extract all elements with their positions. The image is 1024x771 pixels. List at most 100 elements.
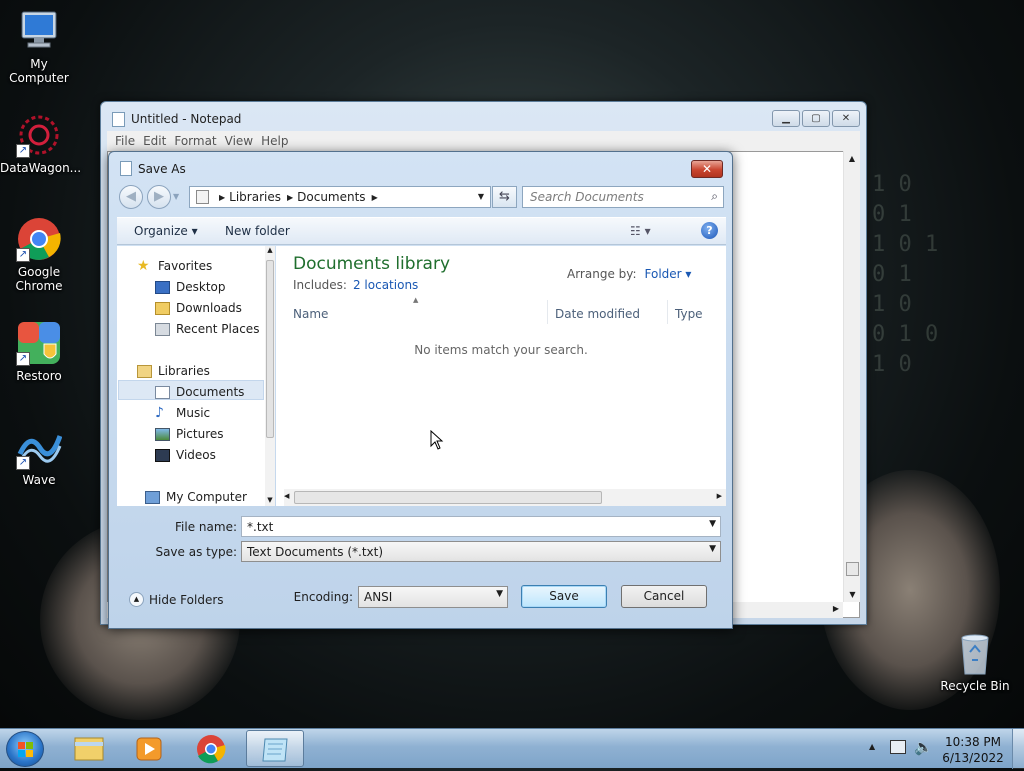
shortcut-arrow-icon: ↗ xyxy=(16,352,30,366)
forward-button[interactable]: ▶ xyxy=(147,185,171,209)
nav-favorites[interactable]: ★ Favorites xyxy=(137,259,212,274)
computer-icon xyxy=(145,490,160,504)
desktop-icon-google-chrome[interactable]: ↗ Google Chrome xyxy=(0,216,78,293)
desktop-icon-my-computer[interactable]: My Computer xyxy=(0,8,78,85)
chevron-up-icon: ▲ xyxy=(129,592,144,607)
save-as-dialog: Save As ✕ ◀ ▶ ▼ ▶ Libraries ▶ Documents … xyxy=(108,151,733,629)
nav-libraries[interactable]: Libraries xyxy=(137,364,210,378)
breadcrumb-libraries[interactable]: Libraries xyxy=(225,190,287,204)
network-icon[interactable] xyxy=(890,740,906,754)
scroll-right-icon[interactable]: ▶ xyxy=(717,492,722,500)
nav-label: Pictures xyxy=(176,427,224,441)
chrome-icon: ↗ xyxy=(16,216,62,262)
nav-documents[interactable]: Documents xyxy=(155,385,244,399)
scroll-thumb[interactable] xyxy=(266,260,274,438)
encoding-select[interactable]: ANSI ▼ xyxy=(358,586,508,608)
save-button[interactable]: Save xyxy=(521,585,607,608)
nav-music[interactable]: ♪ Music xyxy=(155,404,211,421)
nav-pictures[interactable]: Pictures xyxy=(155,427,224,441)
menu-edit[interactable]: Edit xyxy=(143,131,174,151)
desktop-icon-recycle-bin[interactable]: Recycle Bin xyxy=(936,630,1014,693)
scroll-down-icon[interactable]: ▼ xyxy=(844,590,861,599)
scroll-thumb[interactable] xyxy=(294,491,602,504)
view-options-icon[interactable]: ☷ ▾ xyxy=(630,224,651,238)
media-player-icon xyxy=(136,737,162,761)
taskbar-explorer[interactable] xyxy=(60,730,118,767)
help-icon[interactable]: ? xyxy=(701,222,718,239)
address-dropdown-icon[interactable]: ▼ xyxy=(478,192,484,201)
back-button[interactable]: ◀ xyxy=(119,185,143,209)
menu-view[interactable]: View xyxy=(225,131,261,151)
locations-link[interactable]: 2 locations xyxy=(353,278,418,292)
menu-file[interactable]: File xyxy=(115,131,143,151)
chevron-down-icon[interactable]: ▼ xyxy=(709,519,716,529)
music-icon: ♪ xyxy=(155,404,164,421)
restoro-icon: ↗ xyxy=(16,320,62,366)
taskbar-chrome[interactable] xyxy=(182,730,240,767)
column-date-modified[interactable]: Date modified xyxy=(548,300,668,324)
recent-places-icon xyxy=(155,322,170,336)
documents-icon xyxy=(155,385,170,399)
chevron-down-icon[interactable]: ▼ xyxy=(496,589,503,599)
nav-pane-scrollbar[interactable]: ▲ ▼ xyxy=(265,246,275,506)
nav-videos[interactable]: Videos xyxy=(155,448,216,462)
column-name[interactable]: Name xyxy=(286,300,548,324)
desktop-icon-restoro[interactable]: ↗ Restoro xyxy=(0,320,78,383)
desktop-icon-wave[interactable]: ↗ Wave xyxy=(0,424,78,487)
computer-icon xyxy=(16,8,62,54)
editor-vertical-scrollbar[interactable]: ▲ ▼ xyxy=(843,151,860,602)
cancel-button[interactable]: Cancel xyxy=(621,585,707,608)
save-as-type-select[interactable]: Text Documents (*.txt) ▼ xyxy=(241,541,721,562)
show-desktop-button[interactable] xyxy=(1012,729,1024,769)
new-folder-button[interactable]: New folder xyxy=(225,224,290,238)
hide-folders-button[interactable]: ▲ Hide Folders xyxy=(129,592,224,607)
recent-pages-dropdown[interactable]: ▼ xyxy=(173,192,179,201)
minimize-button[interactable]: ▁ xyxy=(772,110,800,127)
scroll-down-icon[interactable]: ▼ xyxy=(265,496,275,504)
maximize-button[interactable]: ▢ xyxy=(802,110,830,127)
menu-format[interactable]: Format xyxy=(174,131,224,151)
nav-downloads[interactable]: Downloads xyxy=(155,301,242,315)
start-button[interactable] xyxy=(6,731,44,767)
dialog-close-button[interactable]: ✕ xyxy=(691,160,723,178)
file-name-input[interactable]: *.txt ▼ xyxy=(241,516,721,537)
scroll-right-icon[interactable]: ▶ xyxy=(833,604,839,613)
shortcut-arrow-icon: ↗ xyxy=(16,248,30,262)
file-list-horizontal-scrollbar[interactable]: ◀ ▶ xyxy=(284,489,726,506)
arrange-by-dropdown[interactable]: Folder ▾ xyxy=(645,267,692,281)
nav-my-computer[interactable]: My Computer xyxy=(145,490,247,504)
taskbar-media-player[interactable] xyxy=(120,730,178,767)
desktop-icon-datawagon[interactable]: ↗ DataWagon... xyxy=(0,112,82,175)
scroll-up-icon[interactable]: ▲ xyxy=(265,246,275,254)
taskbar-notepad[interactable] xyxy=(246,730,304,767)
nav-label: Music xyxy=(176,406,211,420)
dialog-toolbar: Organize ▾ New folder ☷ ▾ ? xyxy=(117,217,726,245)
chevron-right-icon[interactable]: ▶ xyxy=(372,193,378,202)
organize-button[interactable]: Organize ▾ xyxy=(134,224,198,238)
column-type[interactable]: Type xyxy=(668,300,726,324)
window-title: Untitled - Notepad xyxy=(131,112,242,126)
save-as-type-label: Save as type: xyxy=(155,545,237,559)
arrange-by: Arrange by: Folder ▾ xyxy=(567,267,691,281)
nav-desktop[interactable]: Desktop xyxy=(155,280,226,294)
close-button[interactable]: ✕ xyxy=(832,110,860,127)
navigation-pane: ★ Favorites Desktop Downloads Recent Pla… xyxy=(117,246,275,506)
scroll-thumb[interactable] xyxy=(846,562,859,576)
libraries-icon xyxy=(137,364,152,378)
scroll-up-icon[interactable]: ▲ xyxy=(844,151,860,163)
scroll-left-icon[interactable]: ◀ xyxy=(284,492,289,500)
menu-help[interactable]: Help xyxy=(261,131,296,151)
desktop-icon-label: DataWagon... xyxy=(0,161,82,175)
show-hidden-icons-icon[interactable]: ▲ xyxy=(869,742,875,751)
nav-recent-places[interactable]: Recent Places xyxy=(155,322,259,336)
breadcrumb-documents[interactable]: Documents xyxy=(293,190,371,204)
nav-label: Videos xyxy=(176,448,216,462)
clock[interactable]: 10:38 PM 6/13/2022 xyxy=(940,734,1006,766)
refresh-button[interactable]: ⇆ xyxy=(492,186,517,208)
chevron-down-icon[interactable]: ▼ xyxy=(709,544,716,554)
search-icon: ⌕ xyxy=(711,189,718,203)
address-bar[interactable]: ▶ Libraries ▶ Documents ▶ ▼ xyxy=(189,186,491,208)
file-list-pane: Documents library Includes: 2 locations A… xyxy=(276,246,726,506)
volume-icon[interactable]: 🔈 xyxy=(914,738,933,756)
search-input[interactable]: Search Documents ⌕ xyxy=(522,186,724,208)
